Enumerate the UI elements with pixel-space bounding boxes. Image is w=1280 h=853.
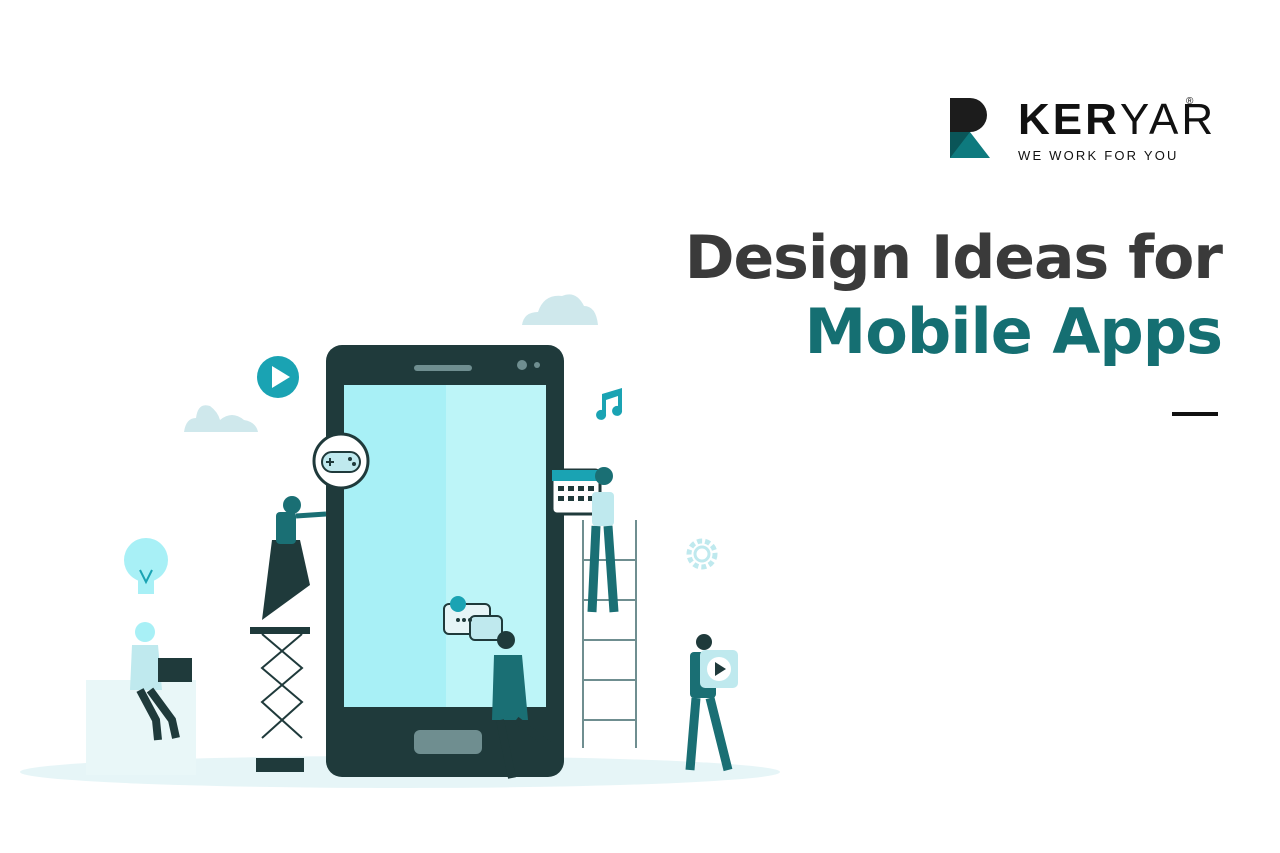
person-with-laptop-figure — [86, 622, 196, 775]
play-icon — [257, 356, 299, 398]
phone-graphic — [326, 345, 564, 777]
cloud-icon — [522, 294, 598, 325]
music-note-icon — [596, 388, 623, 420]
lightbulb-icon — [124, 538, 168, 594]
video-play-icon — [700, 650, 738, 688]
banner: KERYAR ® WE WORK FOR YOU Design Ideas fo… — [0, 0, 1280, 853]
person-right-figure — [685, 634, 738, 772]
cloud-icon — [184, 405, 258, 432]
gear-icon — [686, 538, 718, 570]
gamepad-icon — [312, 432, 370, 490]
woman-on-lift-figure — [250, 496, 327, 772]
mobile-app-illustration — [20, 294, 780, 788]
